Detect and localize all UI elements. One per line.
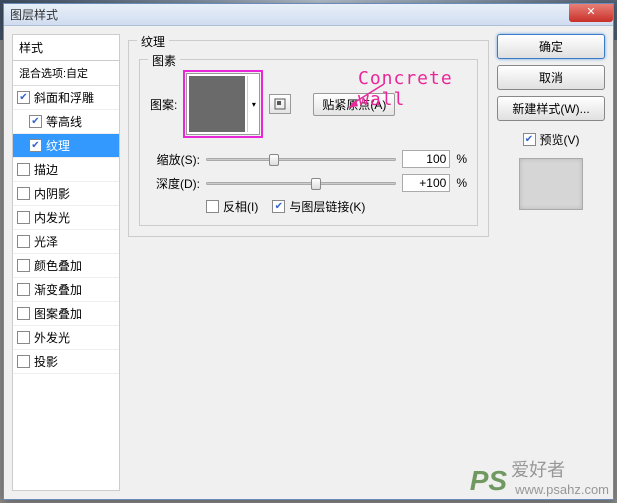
- style-item-8[interactable]: 渐变叠加: [13, 278, 119, 302]
- button-column: 确定 取消 新建样式(W)... ✔ 预览(V): [497, 34, 605, 491]
- texture-panel: Concrete wall 纹理 图素 图案: ▾: [128, 34, 489, 491]
- checkbox-icon: [17, 331, 30, 344]
- checkbox-icon: ✔: [29, 139, 42, 152]
- titlebar[interactable]: 图层样式 ✕: [4, 4, 613, 26]
- style-item-label: 光泽: [34, 233, 58, 250]
- style-item-label: 描边: [34, 161, 58, 178]
- checkbox-icon: ✔: [17, 91, 30, 104]
- style-item-label: 颜色叠加: [34, 257, 82, 274]
- checkbox-icon: ✔: [272, 200, 285, 213]
- pattern-swatch: [189, 76, 245, 132]
- chevron-down-icon[interactable]: ▾: [247, 76, 259, 132]
- new-style-button[interactable]: 新建样式(W)...: [497, 96, 605, 121]
- blending-options[interactable]: 混合选项:自定: [13, 61, 119, 86]
- style-item-11[interactable]: 投影: [13, 350, 119, 374]
- style-item-label: 等高线: [46, 113, 82, 130]
- ok-button[interactable]: 确定: [497, 34, 605, 59]
- layer-style-dialog: 图层样式 ✕ 样式 混合选项:自定 ✔ 斜面和浮雕 ✔ 等高线 ✔ 纹理描边内阴影内发光光…: [3, 3, 614, 500]
- style-item-label: 渐变叠加: [34, 281, 82, 298]
- style-item-0[interactable]: ✔ 斜面和浮雕: [13, 86, 119, 110]
- style-item-label: 外发光: [34, 329, 70, 346]
- style-item-label: 图案叠加: [34, 305, 82, 322]
- preview-label: 预览(V): [540, 131, 580, 148]
- snap-origin-button[interactable]: 贴紧原点(A): [313, 93, 395, 116]
- preview-thumbnail: [519, 158, 583, 210]
- style-item-label: 斜面和浮雕: [34, 89, 94, 106]
- style-item-6[interactable]: 光泽: [13, 230, 119, 254]
- pattern-picker[interactable]: ▾: [186, 73, 260, 135]
- scale-input[interactable]: [402, 150, 450, 168]
- link-label: 与图层链接(K): [289, 198, 365, 215]
- checkbox-icon: [17, 283, 30, 296]
- invert-label: 反相(I): [223, 198, 258, 215]
- style-item-label: 纹理: [46, 137, 70, 154]
- style-item-label: 内阴影: [34, 185, 70, 202]
- style-item-9[interactable]: 图案叠加: [13, 302, 119, 326]
- depth-slider[interactable]: [206, 174, 396, 192]
- scale-slider[interactable]: [206, 150, 396, 168]
- style-item-label: 投影: [34, 353, 58, 370]
- pattern-label: 图案:: [150, 96, 177, 113]
- close-button[interactable]: ✕: [569, 4, 613, 22]
- checkbox-icon: [206, 200, 219, 213]
- group-title-texture: 纹理: [137, 33, 169, 50]
- link-with-layer-checkbox[interactable]: ✔ 与图层链接(K): [272, 198, 365, 215]
- style-item-4[interactable]: 内阴影: [13, 182, 119, 206]
- style-item-3[interactable]: 描边: [13, 158, 119, 182]
- scale-label: 缩放(S):: [150, 151, 200, 168]
- dialog-title: 图层样式: [10, 6, 58, 23]
- checkbox-icon: [17, 235, 30, 248]
- scale-unit: %: [456, 152, 467, 166]
- checkbox-icon: [17, 259, 30, 272]
- cancel-button[interactable]: 取消: [497, 65, 605, 90]
- preview-checkbox[interactable]: ✔ 预览(V): [497, 131, 605, 148]
- style-item-2[interactable]: ✔ 纹理: [13, 134, 119, 158]
- checkbox-icon: ✔: [29, 115, 42, 128]
- checkbox-icon: [17, 187, 30, 200]
- style-item-7[interactable]: 颜色叠加: [13, 254, 119, 278]
- checkbox-icon: ✔: [523, 133, 536, 146]
- checkbox-icon: [17, 163, 30, 176]
- depth-input[interactable]: [402, 174, 450, 192]
- depth-label: 深度(D):: [150, 175, 200, 192]
- pattern-highlight: ▾: [183, 70, 263, 138]
- style-item-10[interactable]: 外发光: [13, 326, 119, 350]
- style-item-1[interactable]: ✔ 等高线: [13, 110, 119, 134]
- depth-unit: %: [456, 176, 467, 190]
- group-title-elements: 图素: [148, 52, 180, 69]
- new-preset-button[interactable]: [269, 94, 291, 114]
- checkbox-icon: [17, 355, 30, 368]
- styles-panel: 样式 混合选项:自定 ✔ 斜面和浮雕 ✔ 等高线 ✔ 纹理描边内阴影内发光光泽颜色叠加渐变…: [12, 34, 120, 491]
- style-item-5[interactable]: 内发光: [13, 206, 119, 230]
- styles-header[interactable]: 样式: [13, 35, 119, 61]
- invert-checkbox[interactable]: 反相(I): [206, 198, 258, 215]
- style-item-label: 内发光: [34, 209, 70, 226]
- checkbox-icon: [17, 211, 30, 224]
- preset-icon: [274, 98, 286, 110]
- checkbox-icon: [17, 307, 30, 320]
